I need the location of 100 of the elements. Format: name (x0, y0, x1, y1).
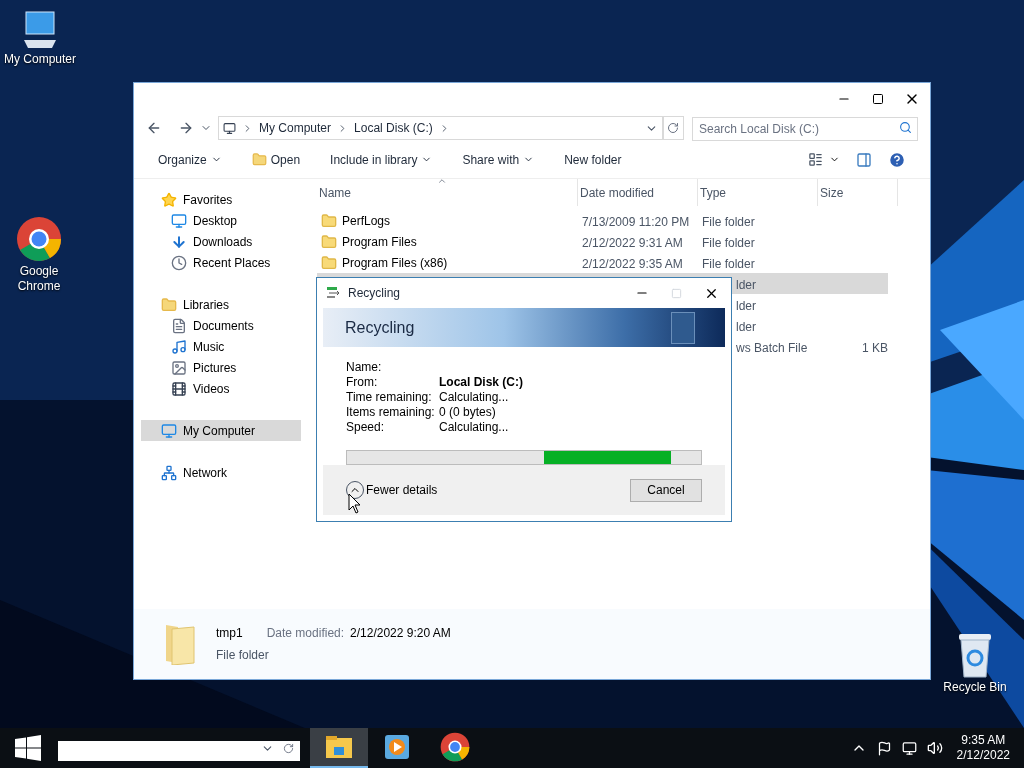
back-button[interactable] (146, 120, 162, 136)
preview-pane-button[interactable] (856, 151, 872, 168)
folder-icon (321, 212, 337, 229)
play-icon (384, 734, 410, 760)
folder-icon (321, 254, 337, 271)
help-icon (888, 150, 906, 169)
help-button[interactable] (888, 150, 906, 169)
breadcrumb-item[interactable]: Local Disk (C:) (354, 119, 433, 137)
mouse-cursor-icon (348, 493, 362, 515)
search-field[interactable]: Search Local Disk (C:) (691, 117, 918, 141)
chrome-icon (440, 732, 470, 762)
refresh-icon (667, 122, 680, 134)
sidebar-item[interactable]: Libraries (141, 294, 301, 315)
file-name: PerfLogs (342, 212, 391, 230)
sidebar-item[interactable]: Recent Places (141, 252, 301, 273)
maximize-icon (872, 93, 884, 105)
taskbar-app[interactable] (310, 728, 368, 768)
clock-icon (171, 254, 187, 271)
file-type: File folder (702, 256, 755, 271)
monitor-icon (171, 212, 187, 229)
toolbar-button[interactable]: Share with (462, 150, 535, 169)
sidebar-item[interactable]: Music (141, 336, 301, 357)
folder-icon (321, 233, 337, 250)
sidebar-item[interactable]: Downloads (141, 231, 301, 252)
sidebar-item[interactable]: Videos (141, 378, 301, 399)
clock[interactable]: 9:35 AM 2/12/2022 (956, 733, 1010, 763)
windows-logo-icon (15, 735, 41, 761)
file-name: Program Files (x86) (342, 254, 448, 272)
field-value: Local Disk (C:) (439, 373, 523, 391)
sidebar-item[interactable]: Desktop (141, 210, 301, 231)
file-row[interactable]: PerfLogs 7/13/2009 11:20 PM File folder (317, 210, 888, 231)
chrome-icon (16, 216, 62, 262)
film-icon (171, 380, 187, 397)
network-icon[interactable] (901, 740, 917, 756)
preview-pane-icon (856, 151, 872, 168)
toolbar-button[interactable]: Open (251, 150, 301, 169)
item-type: File folder (216, 647, 270, 664)
file-row[interactable]: Program Files 2/12/2022 9:31 AM File folder (317, 231, 888, 252)
column-header[interactable]: Size (818, 179, 898, 206)
document-icon (171, 317, 187, 334)
search-field[interactable] (58, 741, 300, 761)
field-value: 0 (0 bytes) (439, 404, 496, 421)
down-arrow-icon (171, 233, 187, 250)
refresh-button[interactable] (662, 116, 684, 140)
dialog-title: Recycling (348, 285, 401, 302)
desktop-icon-label: My Computer (4, 52, 76, 67)
folder-icon (251, 152, 267, 167)
sidebar-item[interactable]: Documents (141, 315, 301, 336)
file-type: lder (736, 277, 756, 292)
star-icon (161, 191, 177, 208)
date-label: Date modified: (266, 625, 345, 642)
desktop-icon-label: Google Chrome (17, 264, 61, 294)
banner-decoration (671, 312, 695, 344)
details-view-icon (808, 152, 823, 167)
computer-icon (161, 422, 177, 439)
file-row[interactable]: Program Files (x86) 2/12/2022 9:35 AM File folder (317, 252, 888, 273)
file-type: File folder (702, 214, 755, 229)
file-size: 1 KB (862, 340, 888, 355)
toolbar-button[interactable]: New folder (564, 150, 622, 169)
column-header[interactable]: Type (698, 179, 818, 206)
network-icon (161, 464, 177, 481)
field-value: Calculating... (439, 389, 509, 406)
file-type: File folder (702, 235, 755, 250)
sidebar-item[interactable]: My Computer (141, 420, 301, 441)
folder-icon (164, 623, 196, 665)
file-date: 7/13/2009 11:20 PM (582, 214, 690, 229)
sidebar-item[interactable]: Favorites (141, 189, 301, 210)
field-label: Speed: (346, 419, 386, 436)
date-value: 2/12/2022 9:20 AM (350, 625, 451, 642)
field-label: Items remaining: (346, 404, 436, 421)
sidebar-item[interactable]: Network (141, 462, 301, 483)
field-value: Calculating... (439, 419, 509, 436)
file-date: 2/12/2022 9:31 AM (582, 235, 683, 250)
file-type: ws Batch File (736, 340, 808, 355)
toolbar-button[interactable]: Include in library (330, 150, 433, 169)
column-header[interactable]: Date modified (578, 179, 698, 206)
field-label: Name: (346, 358, 383, 376)
toolbar-button[interactable]: Organize (158, 150, 222, 169)
refresh-icon (283, 743, 294, 754)
flag-icon[interactable] (876, 740, 892, 756)
search-icon (899, 121, 912, 134)
music-note-icon (171, 338, 187, 355)
picture-icon (171, 359, 187, 376)
breadcrumb-item[interactable]: My Computer (259, 119, 332, 137)
address-bar[interactable]: My Computer Local Disk (C:) (218, 116, 663, 140)
column-header[interactable]: Name (317, 179, 578, 206)
field-label: Time remaining: (346, 388, 433, 406)
file-name: Program Files (342, 233, 417, 251)
desktop-icon-label: Recycle Bin (943, 680, 1007, 695)
forward-button[interactable] (178, 120, 194, 136)
cancel-button[interactable]: Cancel (630, 478, 702, 502)
view-options-button[interactable] (808, 152, 840, 167)
file-date: 2/12/2022 9:35 AM (582, 256, 683, 271)
item-name: tmp1 (216, 625, 243, 642)
volume-icon[interactable] (926, 740, 943, 756)
field-label: From: (346, 373, 379, 391)
banner-title: Recycling (345, 317, 415, 338)
sidebar-item[interactable]: Pictures (141, 357, 301, 378)
folder-icon (325, 735, 353, 759)
maximize-icon (671, 287, 682, 299)
